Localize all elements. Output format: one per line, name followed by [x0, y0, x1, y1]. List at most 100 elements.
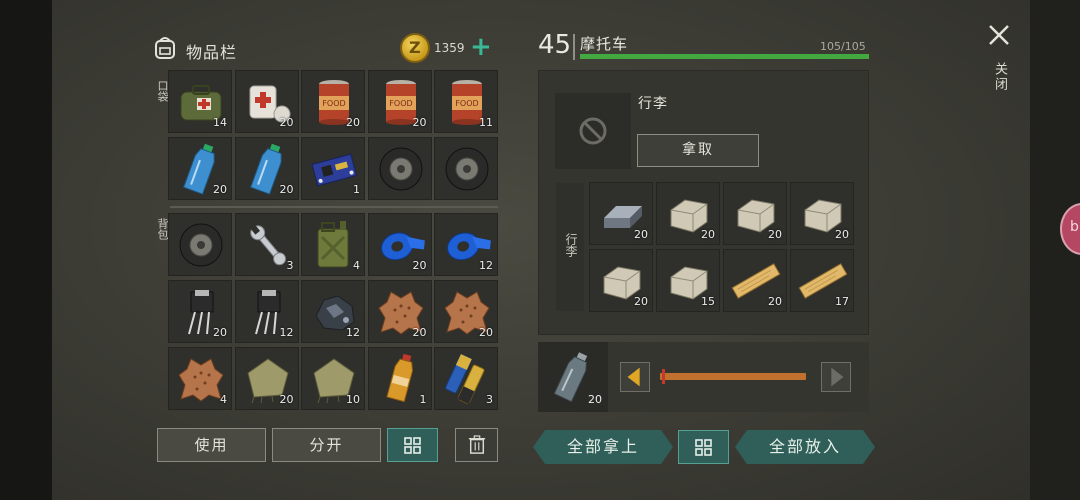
- close-label[interactable]: 关闭: [990, 62, 1009, 92]
- item-slot[interactable]: 15: [656, 249, 720, 312]
- add-coins-button[interactable]: +: [470, 32, 492, 62]
- item-count: 14: [213, 116, 227, 129]
- svg-text:FOOD: FOOD: [389, 99, 412, 108]
- vehicle-level: 45: [538, 30, 572, 60]
- sort-grid-button[interactable]: [387, 428, 438, 462]
- close-icon[interactable]: [986, 22, 1012, 48]
- backpack-icon: [155, 37, 175, 59]
- item-count: 20: [701, 228, 715, 241]
- header-separator: [573, 34, 575, 60]
- item-slot[interactable]: FOOD 20: [367, 70, 432, 133]
- item-count: 20: [213, 326, 227, 339]
- item-count: 3: [286, 259, 294, 272]
- item-slot[interactable]: 14: [168, 70, 232, 133]
- coin-count: 1359: [434, 41, 465, 55]
- transfer-panel: 20: [538, 342, 869, 412]
- vehicle-hp-text: 105/105: [820, 40, 866, 53]
- item-count: 20: [279, 183, 294, 196]
- item-slot[interactable]: 12: [234, 280, 299, 343]
- item-slot[interactable]: 12: [301, 280, 365, 343]
- decrease-button[interactable]: [620, 362, 650, 392]
- item-slot[interactable]: [434, 137, 498, 200]
- slider-handle[interactable]: [662, 369, 665, 384]
- increase-button[interactable]: [821, 362, 851, 392]
- item-count: 4: [353, 259, 360, 272]
- quantity-slider[interactable]: [660, 373, 806, 380]
- item-slot[interactable]: [168, 213, 232, 276]
- svg-text:FOOD: FOOD: [322, 99, 345, 108]
- item-count: 1: [419, 393, 427, 406]
- transfer-count: 20: [588, 393, 602, 406]
- tire-icon: [445, 147, 489, 191]
- item-count: 11: [479, 116, 493, 129]
- item-slot[interactable]: 20: [234, 347, 299, 410]
- item-count: 20: [412, 116, 427, 129]
- trash-button[interactable]: [455, 428, 498, 462]
- item-slot[interactable]: 20: [168, 137, 232, 200]
- coin-icon: Z: [400, 33, 430, 63]
- trash-icon: [468, 435, 486, 454]
- inventory-header: 物品栏 Z 1359 +: [152, 32, 497, 66]
- item-slot[interactable]: 20: [656, 182, 720, 245]
- item-count: 20: [479, 326, 493, 339]
- item-count: 10: [346, 393, 360, 406]
- item-slot[interactable]: 20: [367, 213, 432, 276]
- split-button[interactable]: 分开: [272, 428, 381, 462]
- take-all-button[interactable]: 全部拿上: [533, 430, 673, 464]
- item-count: 12: [279, 326, 294, 339]
- item-slot[interactable]: FOOD 11: [434, 70, 498, 133]
- item-slot[interactable]: 20: [168, 280, 232, 343]
- item-count: 20: [768, 228, 782, 241]
- item-slot[interactable]: 17: [790, 249, 854, 312]
- item-slot[interactable]: 3: [434, 347, 498, 410]
- section-divider: [170, 206, 498, 208]
- item-slot[interactable]: 1: [301, 137, 365, 200]
- item-slot[interactable]: 12: [434, 213, 498, 276]
- item-slot[interactable]: 4: [168, 347, 232, 410]
- vehicle-sort-button[interactable]: [678, 430, 729, 464]
- put-all-button[interactable]: 全部放入: [735, 430, 875, 464]
- item-count: 20: [346, 116, 360, 129]
- item-slot[interactable]: 20: [723, 182, 787, 245]
- item-count: 20: [412, 326, 427, 339]
- item-slot[interactable]: 20: [234, 137, 299, 200]
- item-slot[interactable]: 20: [434, 280, 498, 343]
- arrow-right-icon: [831, 367, 844, 387]
- item-count: 3: [486, 393, 493, 406]
- item-count: 20: [768, 295, 782, 308]
- item-count: 15: [701, 295, 715, 308]
- item-slot[interactable]: 10: [301, 347, 365, 410]
- item-slot[interactable]: 3: [234, 213, 299, 276]
- item-count: 20: [835, 228, 849, 241]
- item-slot[interactable]: [367, 137, 432, 200]
- item-count: 20: [634, 228, 648, 241]
- item-slot[interactable]: 20: [367, 280, 432, 343]
- item-count: 20: [412, 259, 427, 272]
- use-button[interactable]: 使用: [157, 428, 266, 462]
- item-slot[interactable]: 20: [790, 182, 854, 245]
- item-slot[interactable]: 20: [589, 249, 653, 312]
- item-slot[interactable]: FOOD 20: [301, 70, 365, 133]
- item-slot[interactable]: 20: [723, 249, 787, 312]
- tire-icon: [179, 223, 223, 267]
- item-slot[interactable]: 20: [234, 70, 299, 133]
- item-count: 20: [213, 183, 227, 196]
- item-slot[interactable]: 1: [367, 347, 432, 410]
- hp-bar-fill: [580, 54, 869, 59]
- item-count: 17: [835, 295, 849, 308]
- luggage-slot[interactable]: [555, 93, 631, 169]
- item-slot[interactable]: 4: [301, 213, 365, 276]
- transfer-item-slot[interactable]: 20: [538, 342, 608, 412]
- grid-icon: [404, 437, 421, 454]
- tire-icon: [379, 147, 422, 191]
- item-count: 1: [353, 183, 360, 196]
- vehicle-name: 摩托车: [580, 35, 629, 53]
- item-count: 4: [220, 393, 227, 406]
- svg-text:FOOD: FOOD: [455, 99, 478, 108]
- item-count: 12: [346, 326, 360, 339]
- item-slot[interactable]: 20: [589, 182, 653, 245]
- item-count: 20: [279, 393, 294, 406]
- item-count: 20: [634, 295, 648, 308]
- take-button[interactable]: 拿取: [637, 134, 759, 167]
- vehicle-hp-bar: [580, 54, 869, 59]
